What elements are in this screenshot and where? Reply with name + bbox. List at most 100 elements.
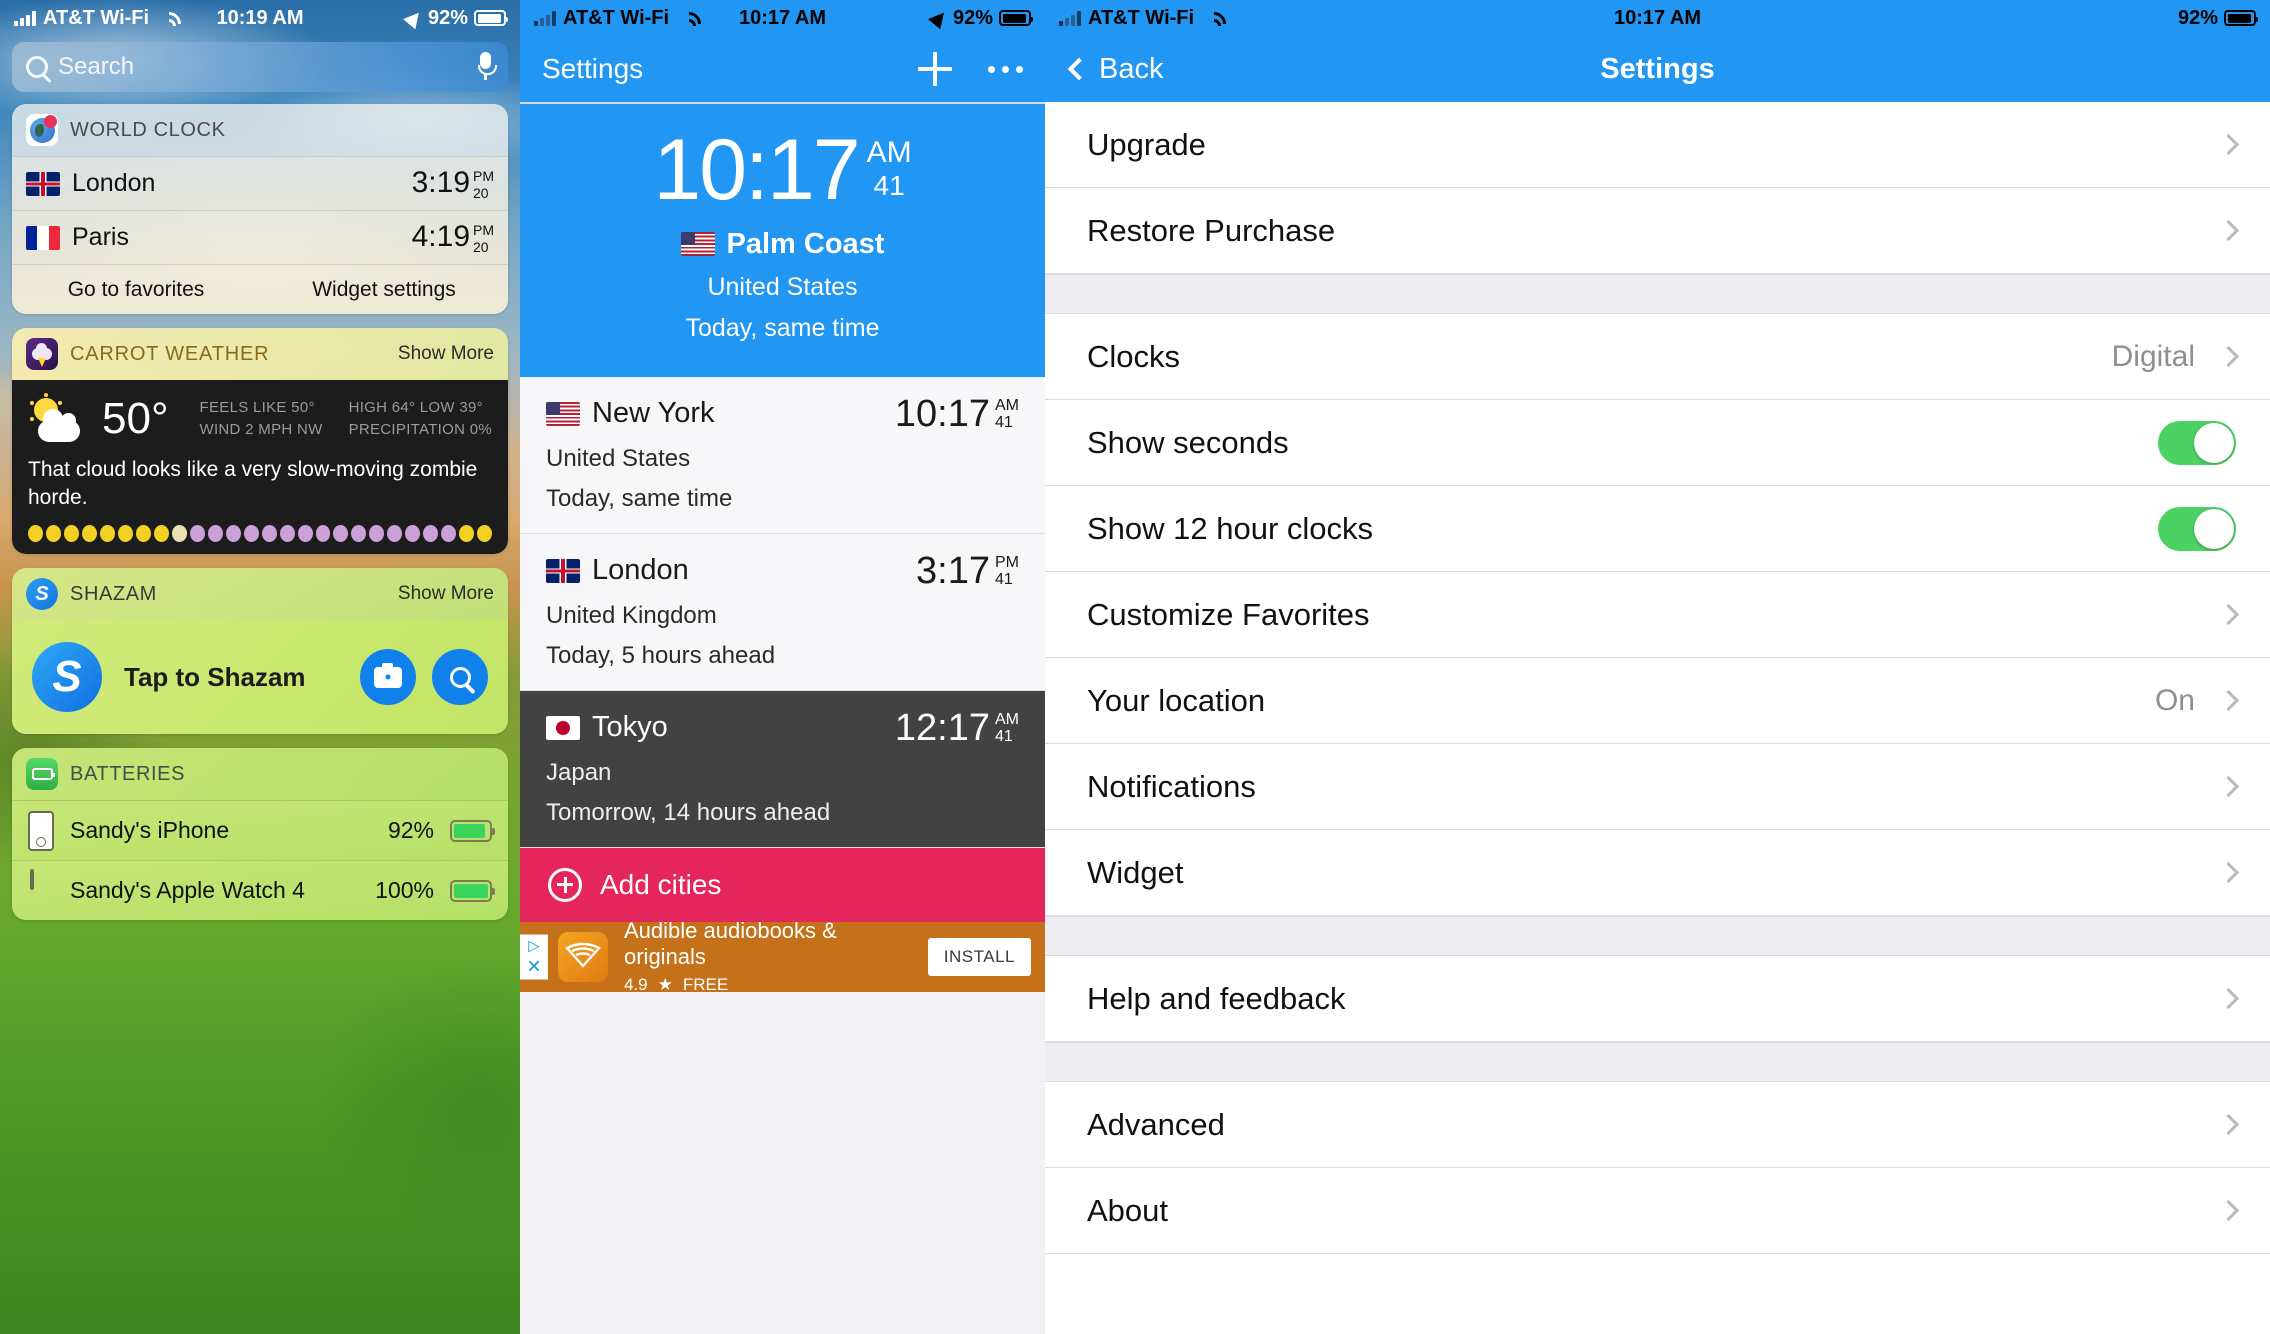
chevron-right-icon <box>2217 987 2240 1010</box>
battery-icon <box>474 10 508 26</box>
ampm-label: AM <box>995 710 1019 728</box>
settings-row-upgrade[interactable]: Upgrade <box>1045 102 2270 188</box>
ampm-label: AM <box>995 396 1019 414</box>
battery-icon <box>2224 10 2258 26</box>
battery-percent: 92% <box>387 817 434 844</box>
settings-row-widget[interactable]: Widget <box>1045 830 2270 916</box>
microphone-icon[interactable] <box>476 52 497 82</box>
city-row-new-york[interactable]: New York 10:17 AM 41 United States Today… <box>520 376 1045 534</box>
seconds-label: 20 <box>473 239 489 255</box>
city-row-tokyo[interactable]: Tokyo 12:17 AM 41 Japan Tomorrow, 14 hou… <box>520 690 1045 848</box>
settings-row-show-seconds[interactable]: Show seconds <box>1045 400 2270 486</box>
settings-row-show-12-hour-clocks[interactable]: Show 12 hour clocks <box>1045 486 2270 572</box>
city-row-london[interactable]: London 3:17 PM 41 United Kingdom Today, … <box>520 533 1045 691</box>
status-time: 10:17 AM <box>1613 6 1702 29</box>
settings-row-accessory <box>2158 420 2236 465</box>
widget-header: CARROT WEATHER Show More <box>12 328 508 380</box>
hour-dot <box>261 525 277 543</box>
camera-button[interactable] <box>360 649 416 706</box>
seconds-label: 41 <box>995 571 1013 589</box>
hour-dot <box>459 525 475 543</box>
shazam-logo-icon[interactable]: S <box>32 642 102 713</box>
world-clock-row-london[interactable]: London 3:19 PM 20 <box>12 156 508 210</box>
go-to-favorites-button[interactable]: Go to favorites <box>12 278 260 302</box>
device-name: Sandy's iPhone <box>70 817 230 844</box>
widget-title: WORLD CLOCK <box>70 118 226 141</box>
hour-dot <box>117 525 133 543</box>
install-button[interactable]: INSTALL <box>927 937 1031 976</box>
hero-seconds: 41 <box>873 170 905 201</box>
battery-percent: 92% <box>2177 6 2218 29</box>
settings-row-clocks[interactable]: Clocks Digital <box>1045 314 2270 400</box>
chevron-right-icon <box>2217 133 2240 156</box>
settings-row-help-and-feedback[interactable]: Help and feedback <box>1045 956 2270 1042</box>
ad-banner[interactable]: ▷ ✕ Audible audiobooks & originals 4.9 ★… <box>520 918 1045 994</box>
show-more-button[interactable]: Show More <box>398 583 494 605</box>
widget-title: CARROT WEATHER <box>70 342 270 365</box>
city-time: 4:19 PM 20 <box>412 220 494 254</box>
uk-flag-icon <box>26 171 60 196</box>
shazam-body: S Tap to Shazam <box>12 620 508 735</box>
settings-row-notifications[interactable]: Notifications <box>1045 744 2270 830</box>
jp-flag-icon <box>546 715 580 740</box>
settings-row-advanced[interactable]: Advanced <box>1045 1082 2270 1168</box>
overflow-menu-icon[interactable] <box>988 65 1023 73</box>
adchoices-icon[interactable]: ▷ <box>528 938 540 953</box>
settings-row-accessory <box>2217 1199 2240 1222</box>
device-name: Sandy's Apple Watch 4 <box>70 877 305 904</box>
settings-row-accessory <box>2217 603 2240 626</box>
hour-dot <box>189 525 205 543</box>
city-time: 3:19 PM 20 <box>412 166 494 200</box>
settings-row-about[interactable]: About <box>1045 1168 2270 1254</box>
batteries-widget: BATTERIES Sandy's iPhone 92% Sandy's App… <box>12 748 508 921</box>
current-temperature: 50° <box>102 394 169 443</box>
toggle-switch[interactable] <box>2158 420 2236 465</box>
add-icon[interactable] <box>918 52 952 86</box>
hour-dot <box>369 525 385 543</box>
hour-dot <box>333 525 349 543</box>
settings-row-label: Show 12 hour clocks <box>1087 510 1374 546</box>
world-clock-row-paris[interactable]: Paris 4:19 PM 20 <box>12 210 508 264</box>
chevron-left-icon <box>1067 57 1091 81</box>
primary-clock-hero[interactable]: 10:17 AM 41 Palm Coast United States Tod… <box>520 102 1045 377</box>
settings-row-your-location[interactable]: Your location On <box>1045 658 2270 744</box>
uk-flag-icon <box>546 558 580 583</box>
battery-row-watch: Sandy's Apple Watch 4 100% <box>12 860 508 921</box>
partly-cloudy-icon <box>28 393 86 442</box>
carrot-weather-app-icon <box>26 338 58 370</box>
toggle-switch[interactable] <box>2158 506 2236 551</box>
widget-header: WORLD CLOCK <box>12 104 508 156</box>
tap-to-shazam-label[interactable]: Tap to Shazam <box>124 662 306 693</box>
hour-dot <box>207 525 223 543</box>
wifi-icon <box>676 11 696 26</box>
widget-title: BATTERIES <box>70 762 186 785</box>
close-icon[interactable]: ✕ <box>526 957 541 975</box>
widget-settings-button[interactable]: Widget settings <box>260 278 508 302</box>
ampm-label: PM <box>473 168 494 185</box>
battery-icon <box>999 10 1033 26</box>
three-phone-screenshots: AT&T Wi-Fi 10:19 AM 92% Search WORLD CLO… <box>0 0 2270 1334</box>
settings-row-accessory <box>2217 133 2240 156</box>
add-cities-button[interactable]: Add cities <box>520 847 1045 922</box>
settings-row-label: Advanced <box>1087 1106 1225 1142</box>
city-time: 3:17 PM 41 <box>916 552 1019 590</box>
status-bar: AT&T Wi-Fi 10:17 AM 92% <box>1045 0 2270 36</box>
show-more-button[interactable]: Show More <box>398 343 494 365</box>
hour-dot <box>135 525 151 543</box>
time-value: 10:17 <box>894 392 990 435</box>
app-title: Settings <box>542 53 644 84</box>
visual-search-button[interactable] <box>432 649 488 706</box>
settings-row-accessory <box>2158 506 2236 551</box>
settings-list: Upgrade Restore Purchase Clocks Digital Show… <box>1045 102 2270 1254</box>
city-name: London <box>592 554 689 587</box>
hour-dot <box>45 525 61 543</box>
country-label: Japan <box>546 758 612 786</box>
settings-row-customize-favorites[interactable]: Customize Favorites <box>1045 572 2270 658</box>
settings-row-restore-purchase[interactable]: Restore Purchase <box>1045 188 2270 274</box>
signal-bars-icon <box>14 10 36 26</box>
settings-row-label: Customize Favorites <box>1087 596 1370 632</box>
back-button[interactable]: Back <box>1067 53 1163 86</box>
clock-app-panel: AT&T Wi-Fi 10:17 AM 92% Settings 10:17 A… <box>520 0 1045 1334</box>
ampm-label: PM <box>995 553 1019 571</box>
search-input[interactable]: Search <box>12 42 508 92</box>
